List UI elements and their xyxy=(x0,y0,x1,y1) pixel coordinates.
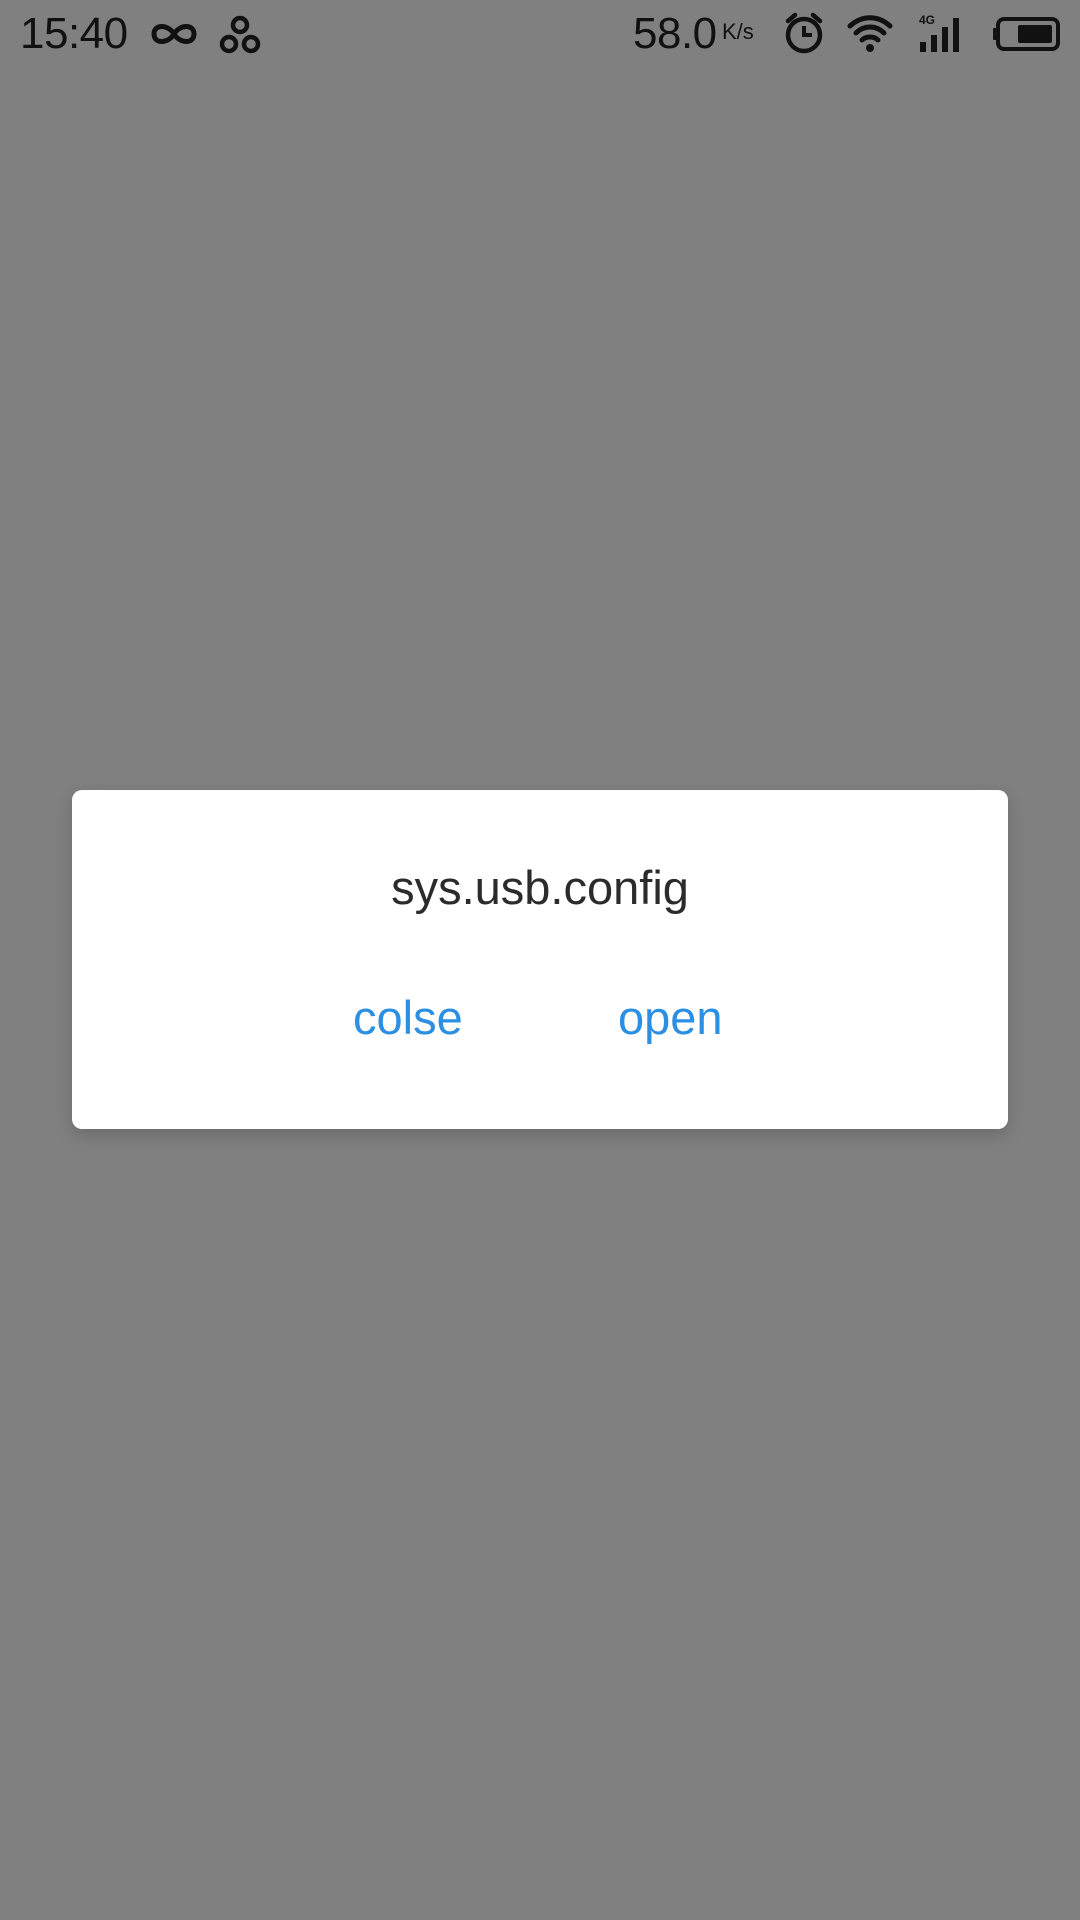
infinity-icon xyxy=(151,24,197,44)
open-button[interactable]: open xyxy=(610,988,731,1048)
battery-icon xyxy=(993,17,1060,51)
cloverleaf-icon xyxy=(219,15,261,54)
wifi-icon xyxy=(847,15,893,52)
status-bar: 15:40 58.0 K/s 4G xyxy=(0,0,1080,68)
close-button[interactable]: colse xyxy=(345,988,471,1048)
4g-signal-icon: 4G xyxy=(919,13,959,52)
network-speed-unit: K/s xyxy=(722,19,754,44)
status-time: 15:40 xyxy=(20,9,128,58)
dialog: sys.usb.config colse open xyxy=(72,790,1008,1129)
network-speed: 58.0 xyxy=(633,9,717,58)
dialog-title: sys.usb.config xyxy=(391,861,689,914)
alarm-icon xyxy=(785,12,823,54)
svg-text:4G: 4G xyxy=(919,13,935,27)
